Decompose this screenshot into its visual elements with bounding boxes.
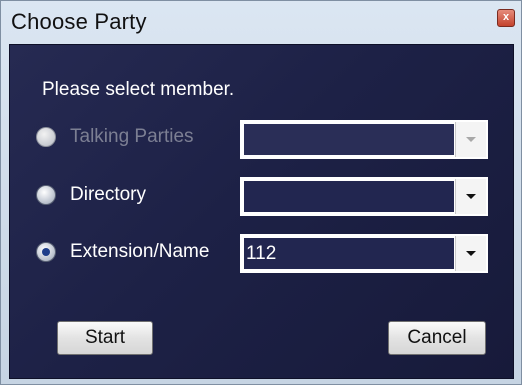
title-bar[interactable]: Choose Party x <box>1 1 521 43</box>
talking-parties-combo[interactable] <box>240 120 488 159</box>
close-icon: x <box>502 11 510 23</box>
chevron-down-icon <box>466 251 476 256</box>
start-button[interactable]: Start <box>57 321 153 355</box>
directory-dropdown-arrow[interactable] <box>455 179 486 214</box>
dialog-title: Choose Party <box>11 9 147 34</box>
directory-combo-value <box>244 181 454 212</box>
extension-name-label: Extension/Name <box>70 241 210 262</box>
directory-combo[interactable] <box>240 177 488 216</box>
directory-label: Directory <box>70 184 147 205</box>
talking-parties-combo-value <box>244 124 454 155</box>
cancel-button[interactable]: Cancel <box>388 321 486 355</box>
radio-selected-dot <box>42 248 50 256</box>
extension-name-dropdown-arrow[interactable] <box>455 236 486 271</box>
extension-name-combo-value: 112 <box>244 238 454 269</box>
dialog-body: Please select member. Talking Parties Di… <box>9 44 514 379</box>
extension-name-combo[interactable]: 112 <box>240 234 488 273</box>
radio-talking-parties[interactable] <box>36 127 56 147</box>
radio-extension-name[interactable] <box>36 242 56 262</box>
talking-parties-label: Talking Parties <box>70 126 194 147</box>
select-member-prompt: Please select member. <box>42 79 235 100</box>
chevron-down-icon <box>466 137 476 142</box>
radio-directory[interactable] <box>36 185 56 205</box>
close-button[interactable]: x <box>497 9 515 27</box>
chevron-down-icon <box>466 194 476 199</box>
talking-parties-dropdown-arrow[interactable] <box>455 122 486 157</box>
choose-party-dialog: Choose Party x Please select member. Tal… <box>0 0 522 385</box>
